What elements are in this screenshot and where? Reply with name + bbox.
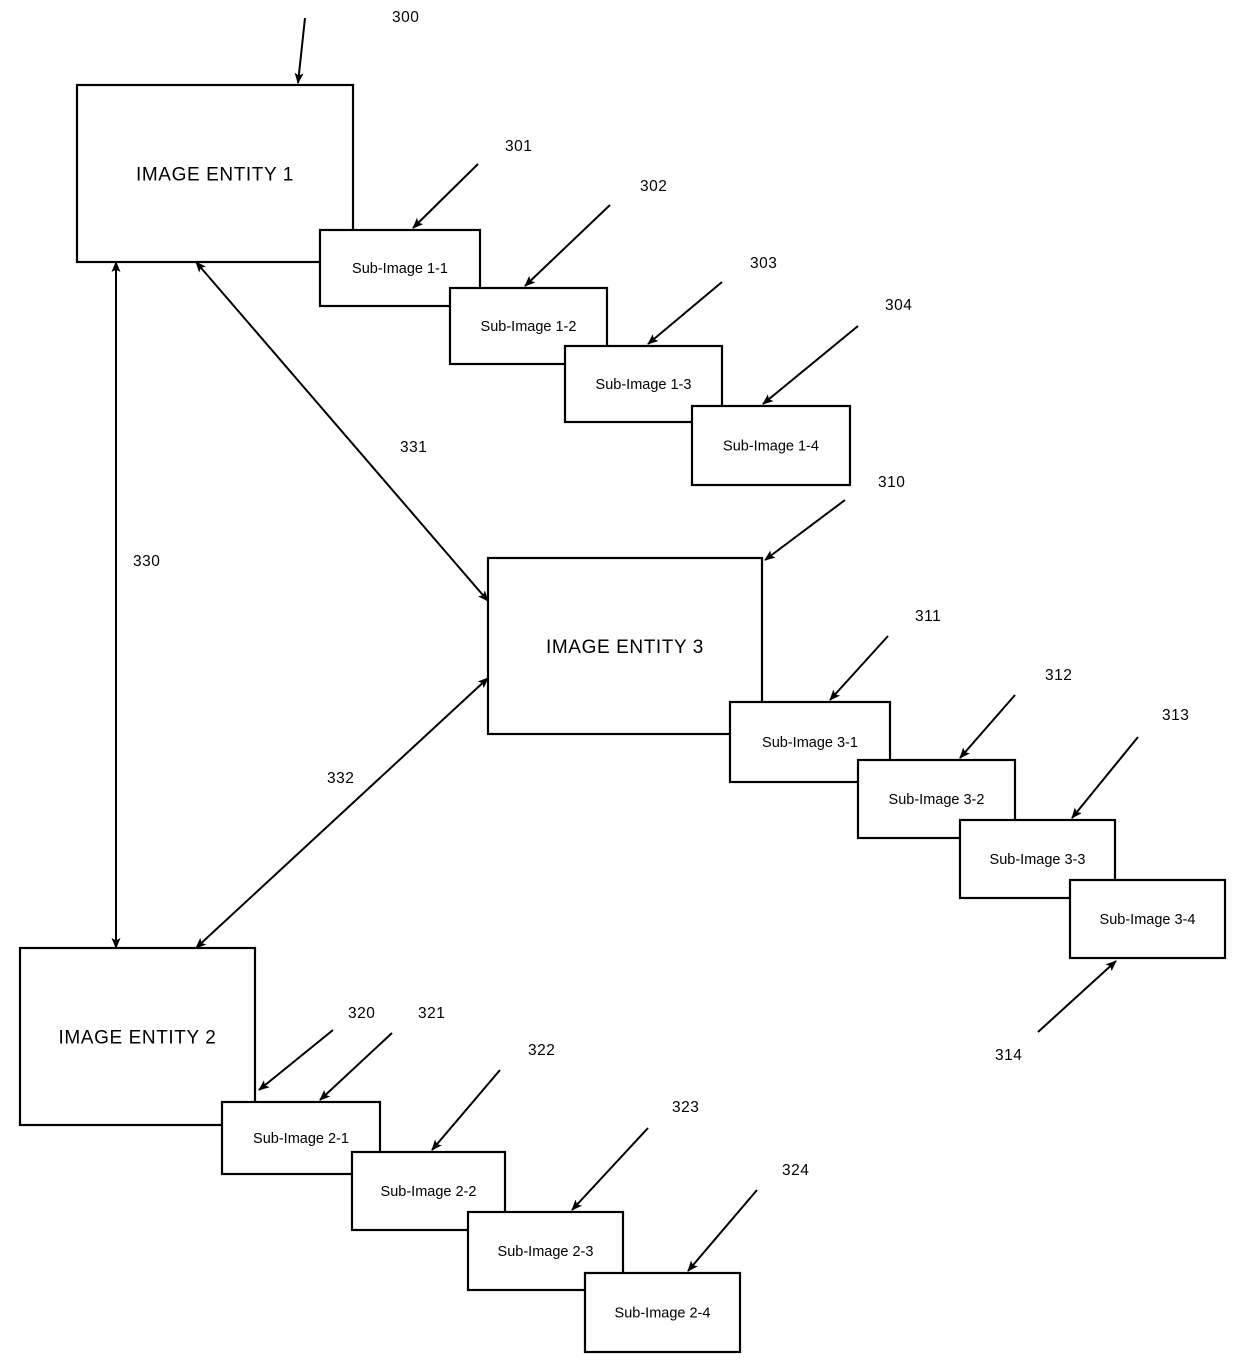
subimage-label: Sub-Image 2-1 (253, 1131, 349, 1147)
leader-line-314 (1037, 960, 1117, 1033)
subimage-label: Sub-Image 2-3 (498, 1244, 594, 1260)
leader-line-320 (258, 1029, 334, 1091)
reference-label-300: 300 (392, 9, 419, 26)
reference-label-304: 304 (885, 297, 912, 314)
reference-label-314: 314 (995, 1047, 1022, 1064)
entity-label: IMAGE ENTITY 2 (59, 1028, 217, 1049)
reference-label-320: 320 (348, 1005, 375, 1022)
reference-label-layer: 300 310 320 301 302 303 304 311 312 313 314 321 322 3… (348, 9, 1189, 1179)
reference-label-323: 323 (672, 1099, 699, 1116)
leader-line-303 (647, 281, 723, 345)
entity-box-image-entity-2: IMAGE ENTITY 2 (18, 946, 257, 1127)
reference-label-321: 321 (418, 1005, 445, 1022)
reference-label-302: 302 (640, 178, 667, 195)
reference-label-324: 324 (782, 1162, 809, 1179)
leader-line-313 (1071, 736, 1139, 819)
subimage-label: Sub-Image 3-4 (1100, 912, 1196, 928)
leader-line-302 (524, 204, 611, 287)
leader-line-310 (764, 499, 846, 561)
subimage-label: Sub-Image 3-2 (889, 792, 985, 808)
subimage-box-sub-image-3-4: Sub-Image 3-4 (1068, 878, 1227, 960)
connector-332 (195, 677, 489, 949)
leader-line-323 (571, 1127, 649, 1211)
entity-box-image-entity-3: IMAGE ENTITY 3 (486, 556, 764, 736)
subimage-label: Sub-Image 3-1 (762, 735, 858, 751)
diagram-canvas: 330 331 332 IMAGE ENTITY 1 IMAGE ENTITY 3 IM… (18, 9, 1227, 1354)
leader-line-300 (294, 17, 306, 84)
entity-label: IMAGE ENTITY 3 (546, 637, 704, 658)
reference-label-301: 301 (505, 138, 532, 155)
connector-ref-label-330: 330 (133, 553, 160, 570)
reference-label-311: 311 (915, 608, 941, 625)
subimage-label: Sub-Image 2-4 (615, 1306, 711, 1322)
entity-label: IMAGE ENTITY 1 (136, 165, 294, 186)
leader-line-322 (431, 1069, 501, 1151)
reference-label-312: 312 (1045, 667, 1072, 684)
leader-line-304 (762, 325, 859, 405)
patent-diagram: 330 331 332 IMAGE ENTITY 1 IMAGE ENTITY 3 IM… (0, 0, 1240, 1366)
subimage-label: Sub-Image 1-1 (352, 261, 448, 277)
subimage-label: Sub-Image 1-4 (723, 439, 819, 455)
subimage-label: Sub-Image 1-2 (481, 319, 577, 335)
connector-layer: 330 331 332 (111, 261, 489, 949)
connector-ref-label-332: 332 (327, 770, 354, 787)
subimage-label: Sub-Image 3-3 (990, 852, 1086, 868)
leader-line-301 (412, 163, 479, 229)
subimage-layer: Sub-Image 1-1 Sub-Image 1-2 Sub-Image 1-3 S… (220, 228, 1227, 1354)
reference-label-310: 310 (878, 474, 905, 491)
leader-line-311 (829, 635, 889, 701)
reference-label-303: 303 (750, 255, 777, 272)
subimage-box-sub-image-1-4: Sub-Image 1-4 (690, 404, 852, 487)
reference-label-322: 322 (528, 1042, 555, 1059)
subimage-box-sub-image-2-4: Sub-Image 2-4 (583, 1271, 742, 1354)
connector-331 (195, 261, 489, 602)
subimage-label: Sub-Image 1-3 (596, 377, 692, 393)
leader-line-321 (319, 1032, 393, 1101)
leader-line-324 (687, 1189, 758, 1272)
connector-ref-label-331: 331 (400, 439, 427, 456)
subimage-label: Sub-Image 2-2 (381, 1184, 477, 1200)
leader-line-312 (959, 694, 1016, 759)
entity-box-image-entity-1: IMAGE ENTITY 1 (75, 83, 355, 264)
reference-label-313: 313 (1162, 707, 1189, 724)
